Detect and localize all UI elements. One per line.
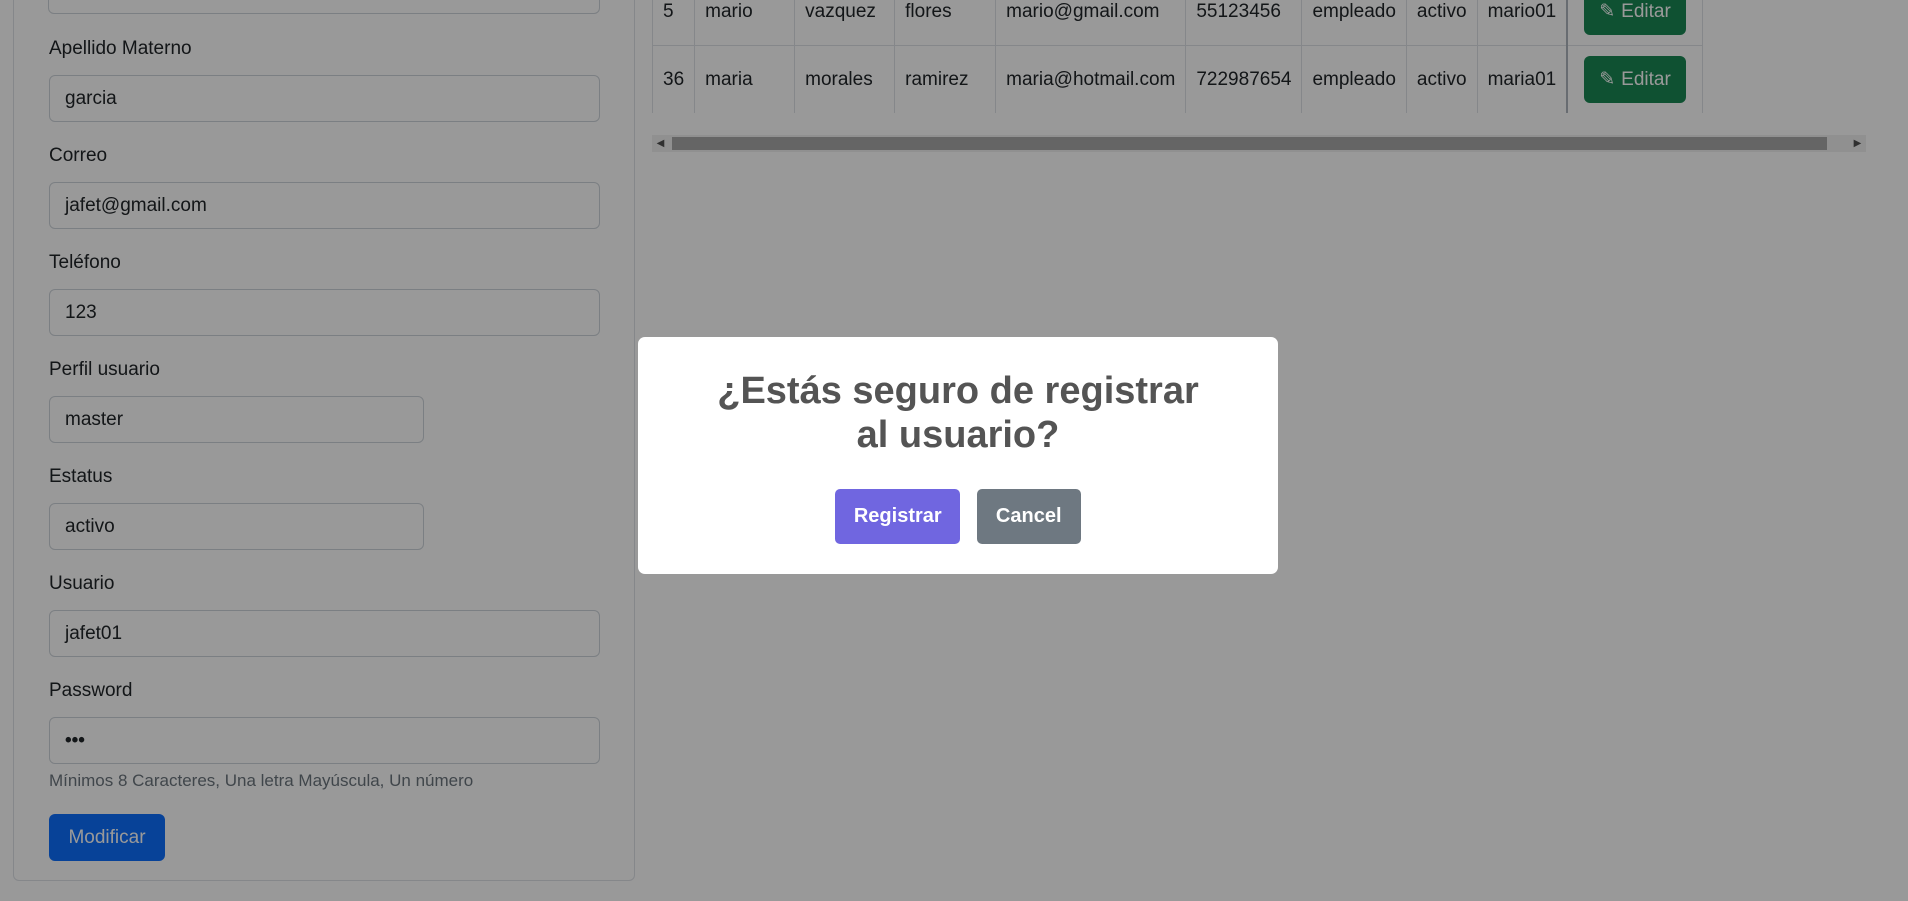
dialog-actions: Registrar Cancel bbox=[638, 489, 1278, 544]
registrar-button[interactable]: Registrar bbox=[835, 489, 961, 544]
dialog-title: ¿Estás seguro de registrar al usuario? bbox=[717, 370, 1199, 456]
cancel-button[interactable]: Cancel bbox=[976, 489, 1081, 544]
confirm-dialog: ¿Estás seguro de registrar al usuario? R… bbox=[638, 337, 1278, 574]
